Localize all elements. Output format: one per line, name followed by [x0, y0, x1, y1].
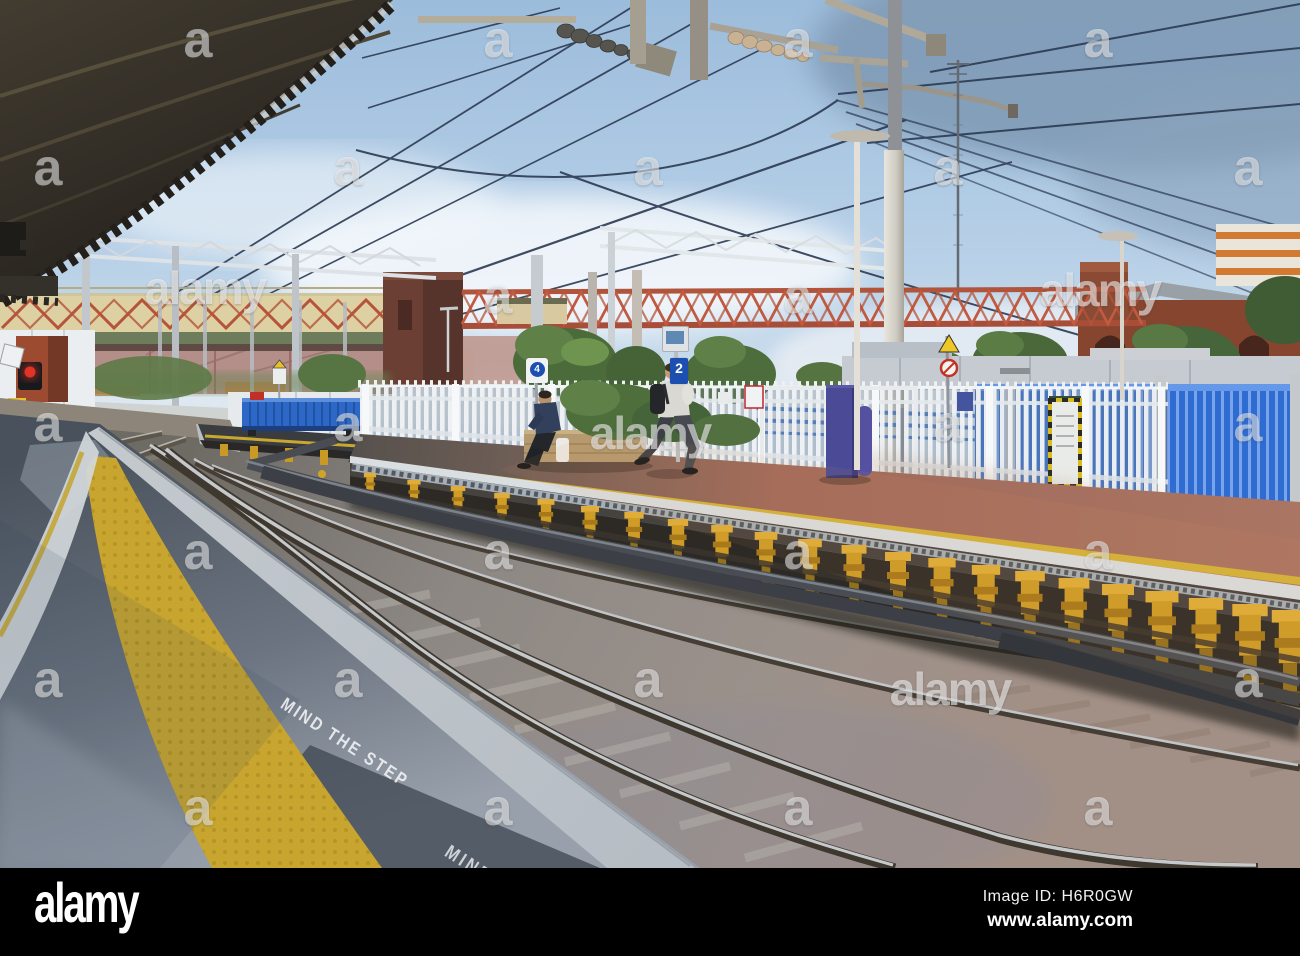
stock-photo-page: 2 4 MIND THE STEP MIND aaaaaaaaaaaaaaaaa…: [0, 0, 1300, 956]
bridge-brick-tower: [383, 272, 463, 388]
station-photograph: 2 4 MIND THE STEP MIND aaaaaaaaaaaaaaaaa…: [0, 0, 1300, 868]
alamy-logo: alamy: [34, 871, 140, 934]
platform-info-screen: [662, 326, 689, 352]
notice-board: [1048, 396, 1082, 488]
blue-crate: [242, 392, 360, 436]
footer-info: Image ID: H6R0GW www.alamy.com: [983, 888, 1133, 932]
image-id-label: Image ID: H6R0GW: [982, 888, 1133, 905]
platform-2-sign: 2: [670, 358, 688, 384]
track-marker-4-sign: 4: [526, 358, 548, 383]
screen-glass: [666, 331, 684, 344]
alamy-website-link[interactable]: www.alamy.com: [983, 910, 1133, 932]
marker-4-disc: 4: [529, 362, 545, 377]
station-scene-illustration: [0, 0, 1300, 868]
alamy-footer-bar: alamy Image ID: H6R0GW www.alamy.com: [0, 868, 1300, 956]
